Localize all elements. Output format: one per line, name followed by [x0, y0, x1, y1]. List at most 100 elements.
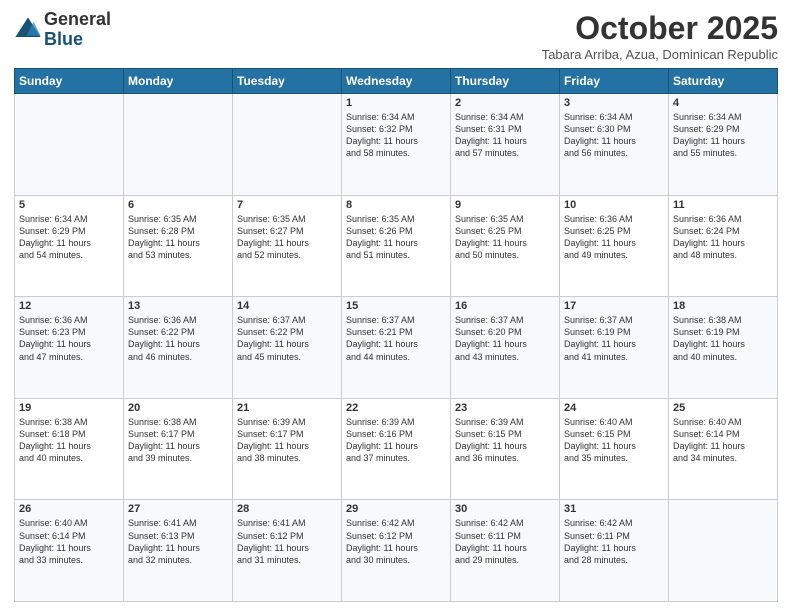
day-number: 15	[346, 300, 446, 312]
day-number: 19	[19, 402, 119, 414]
logo-blue-text: Blue	[44, 29, 83, 49]
day-number: 1	[346, 97, 446, 109]
calendar-cell: 8 Sunrise: 6:35 AM Sunset: 6:26 PM Daylig…	[342, 195, 451, 297]
calendar-cell: 2Sunrise: 6:34 AM Sunset: 6:31 PM Daylig…	[451, 94, 560, 196]
weekday-header-sunday: Sunday	[15, 69, 124, 94]
day-info: Sunrise: 6:38 AM Sunset: 6:18 PM Dayligh…	[19, 416, 119, 465]
day-number: 16	[455, 300, 555, 312]
calendar-cell: 25 Sunrise: 6:40 AM Sunset: 6:14 PM Dayli…	[669, 398, 778, 500]
calendar-week-row: 1 Sunrise: 6:34 AM Sunset: 6:32 PM Daylig…	[15, 94, 778, 196]
day-info: Sunrise: 6:40 AM Sunset: 6:14 PM Dayligh…	[19, 517, 119, 566]
day-info: Sunrise: 6:36 AM Sunset: 6:25 PM Dayligh…	[564, 213, 664, 262]
day-number: 14	[237, 300, 337, 312]
calendar-table: SundayMondayTuesdayWednesdayThursdayFrid…	[14, 68, 778, 602]
calendar-cell: 28Sunrise: 6:41 AM Sunset: 6:12 PM Dayli…	[233, 500, 342, 602]
header: General Blue October 2025 Tabara Arriba,…	[14, 10, 778, 62]
day-number: 7	[237, 199, 337, 211]
title-block: October 2025 Tabara Arriba, Azua, Domini…	[542, 10, 778, 62]
location-subtitle: Tabara Arriba, Azua, Dominican Republic	[542, 47, 778, 62]
day-number: 8	[346, 199, 446, 211]
calendar-cell: 12Sunrise: 6:36 AM Sunset: 6:23 PM Dayli…	[15, 297, 124, 399]
day-info: Sunrise: 6:35 AM Sunset: 6:27 PM Dayligh…	[237, 213, 337, 262]
day-info: Sunrise: 6:36 AM Sunset: 6:22 PM Dayligh…	[128, 314, 228, 363]
weekday-header-friday: Friday	[560, 69, 669, 94]
day-info: Sunrise: 6:40 AM Sunset: 6:15 PM Dayligh…	[564, 416, 664, 465]
day-info: Sunrise: 6:36 AM Sunset: 6:24 PM Dayligh…	[673, 213, 773, 262]
day-number: 20	[128, 402, 228, 414]
day-number: 17	[564, 300, 664, 312]
day-number: 30	[455, 503, 555, 515]
calendar-cell	[15, 94, 124, 196]
calendar-cell: 10 Sunrise: 6:36 AM Sunset: 6:25 PM Dayli…	[560, 195, 669, 297]
calendar-cell: 14Sunrise: 6:37 AM Sunset: 6:22 PM Dayli…	[233, 297, 342, 399]
month-title: October 2025	[542, 10, 778, 47]
calendar-cell	[669, 500, 778, 602]
logo-general-text: General	[44, 9, 111, 29]
calendar-cell: 17 Sunrise: 6:37 AM Sunset: 6:19 PM Dayli…	[560, 297, 669, 399]
day-number: 6	[128, 199, 228, 211]
day-info: Sunrise: 6:39 AM Sunset: 6:15 PM Dayligh…	[455, 416, 555, 465]
day-info: Sunrise: 6:38 AM Sunset: 6:17 PM Dayligh…	[128, 416, 228, 465]
page: General Blue October 2025 Tabara Arriba,…	[0, 0, 792, 612]
calendar-week-row: 12Sunrise: 6:36 AM Sunset: 6:23 PM Dayli…	[15, 297, 778, 399]
calendar-cell: 5Sunrise: 6:34 AM Sunset: 6:29 PM Daylig…	[15, 195, 124, 297]
weekday-header-wednesday: Wednesday	[342, 69, 451, 94]
day-number: 26	[19, 503, 119, 515]
day-info: Sunrise: 6:37 AM Sunset: 6:20 PM Dayligh…	[455, 314, 555, 363]
calendar-cell: 31Sunrise: 6:42 AM Sunset: 6:11 PM Dayli…	[560, 500, 669, 602]
day-number: 24	[564, 402, 664, 414]
calendar-cell: 21 Sunrise: 6:39 AM Sunset: 6:17 PM Dayli…	[233, 398, 342, 500]
day-info: Sunrise: 6:42 AM Sunset: 6:11 PM Dayligh…	[455, 517, 555, 566]
day-info: Sunrise: 6:35 AM Sunset: 6:25 PM Dayligh…	[455, 213, 555, 262]
day-number: 28	[237, 503, 337, 515]
day-number: 27	[128, 503, 228, 515]
day-number: 23	[455, 402, 555, 414]
day-info: Sunrise: 6:34 AM Sunset: 6:29 PM Dayligh…	[673, 111, 773, 160]
day-number: 13	[128, 300, 228, 312]
calendar-cell	[124, 94, 233, 196]
calendar-cell: 9 Sunrise: 6:35 AM Sunset: 6:25 PM Daylig…	[451, 195, 560, 297]
calendar-cell: 7 Sunrise: 6:35 AM Sunset: 6:27 PM Daylig…	[233, 195, 342, 297]
day-info: Sunrise: 6:34 AM Sunset: 6:32 PM Dayligh…	[346, 111, 446, 160]
day-number: 22	[346, 402, 446, 414]
day-info: Sunrise: 6:39 AM Sunset: 6:17 PM Dayligh…	[237, 416, 337, 465]
day-number: 3	[564, 97, 664, 109]
day-info: Sunrise: 6:40 AM Sunset: 6:14 PM Dayligh…	[673, 416, 773, 465]
day-info: Sunrise: 6:42 AM Sunset: 6:11 PM Dayligh…	[564, 517, 664, 566]
calendar-week-row: 26 Sunrise: 6:40 AM Sunset: 6:14 PM Dayli…	[15, 500, 778, 602]
calendar-cell: 1 Sunrise: 6:34 AM Sunset: 6:32 PM Daylig…	[342, 94, 451, 196]
day-number: 21	[237, 402, 337, 414]
logo: General Blue	[14, 10, 111, 50]
calendar-cell: 26 Sunrise: 6:40 AM Sunset: 6:14 PM Dayli…	[15, 500, 124, 602]
calendar-cell: 16 Sunrise: 6:37 AM Sunset: 6:20 PM Dayli…	[451, 297, 560, 399]
calendar-cell: 4 Sunrise: 6:34 AM Sunset: 6:29 PM Daylig…	[669, 94, 778, 196]
day-number: 4	[673, 97, 773, 109]
calendar-cell	[233, 94, 342, 196]
day-info: Sunrise: 6:36 AM Sunset: 6:23 PM Dayligh…	[19, 314, 119, 363]
calendar-cell: 11Sunrise: 6:36 AM Sunset: 6:24 PM Dayli…	[669, 195, 778, 297]
day-number: 29	[346, 503, 446, 515]
weekday-header-saturday: Saturday	[669, 69, 778, 94]
calendar-cell: 19 Sunrise: 6:38 AM Sunset: 6:18 PM Dayli…	[15, 398, 124, 500]
calendar-cell: 22 Sunrise: 6:39 AM Sunset: 6:16 PM Dayli…	[342, 398, 451, 500]
calendar-cell: 6Sunrise: 6:35 AM Sunset: 6:28 PM Daylig…	[124, 195, 233, 297]
calendar-cell: 3Sunrise: 6:34 AM Sunset: 6:30 PM Daylig…	[560, 94, 669, 196]
day-number: 9	[455, 199, 555, 211]
calendar-cell: 13 Sunrise: 6:36 AM Sunset: 6:22 PM Dayli…	[124, 297, 233, 399]
weekday-header-row: SundayMondayTuesdayWednesdayThursdayFrid…	[15, 69, 778, 94]
calendar-cell: 30 Sunrise: 6:42 AM Sunset: 6:11 PM Dayli…	[451, 500, 560, 602]
day-info: Sunrise: 6:35 AM Sunset: 6:26 PM Dayligh…	[346, 213, 446, 262]
logo-icon	[14, 16, 42, 44]
calendar-cell: 24 Sunrise: 6:40 AM Sunset: 6:15 PM Dayli…	[560, 398, 669, 500]
calendar-week-row: 19 Sunrise: 6:38 AM Sunset: 6:18 PM Dayli…	[15, 398, 778, 500]
day-info: Sunrise: 6:38 AM Sunset: 6:19 PM Dayligh…	[673, 314, 773, 363]
day-info: Sunrise: 6:37 AM Sunset: 6:19 PM Dayligh…	[564, 314, 664, 363]
calendar-cell: 27Sunrise: 6:41 AM Sunset: 6:13 PM Dayli…	[124, 500, 233, 602]
day-info: Sunrise: 6:34 AM Sunset: 6:29 PM Dayligh…	[19, 213, 119, 262]
day-number: 25	[673, 402, 773, 414]
day-info: Sunrise: 6:37 AM Sunset: 6:21 PM Dayligh…	[346, 314, 446, 363]
day-number: 2	[455, 97, 555, 109]
day-info: Sunrise: 6:39 AM Sunset: 6:16 PM Dayligh…	[346, 416, 446, 465]
day-number: 10	[564, 199, 664, 211]
weekday-header-tuesday: Tuesday	[233, 69, 342, 94]
